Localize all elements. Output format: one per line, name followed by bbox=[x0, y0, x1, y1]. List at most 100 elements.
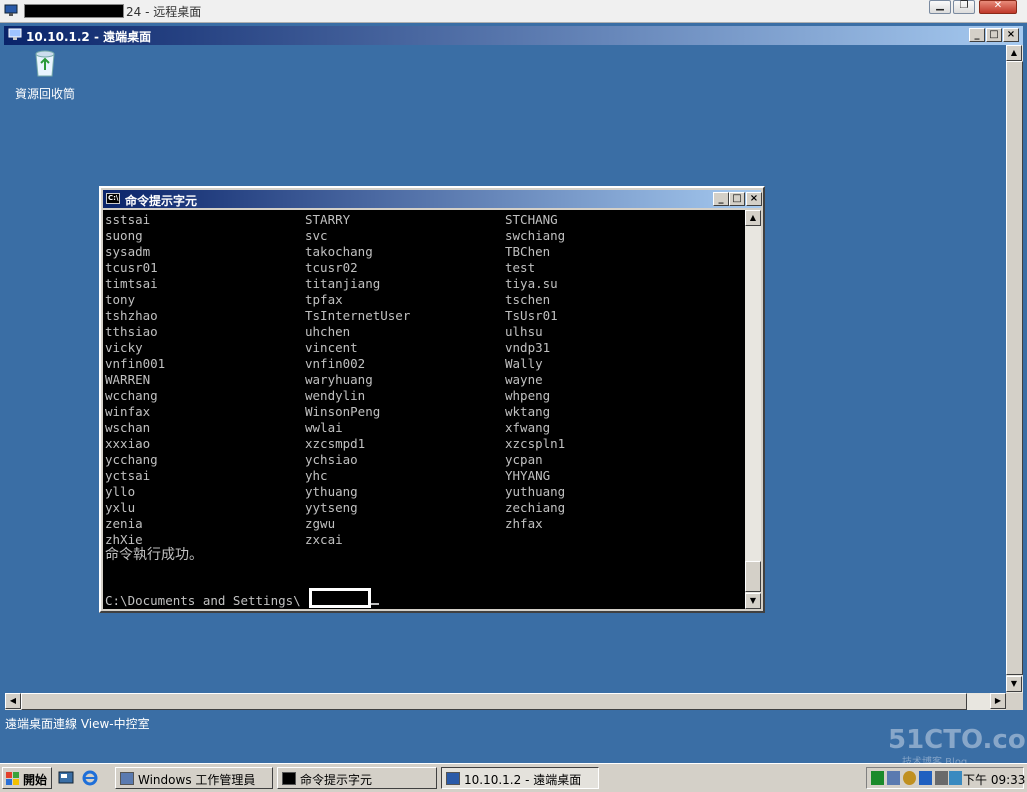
internet-explorer-icon[interactable] bbox=[82, 770, 98, 786]
remote-vertical-scrollbar[interactable]: ▲ ▼ bbox=[1006, 45, 1023, 693]
taskbar-button[interactable]: 10.10.1.2 - 遠端桌面 bbox=[441, 767, 599, 789]
taskbar-button-label: 10.10.1.2 - 遠端桌面 bbox=[464, 773, 582, 787]
command-prompt: C:\Documents and Settings\ bbox=[105, 593, 301, 608]
remote-close-button[interactable]: × bbox=[1003, 28, 1019, 42]
username-cell: tony bbox=[105, 292, 136, 307]
remote-window-title: 10.10.1.2 - 遠端桌面 bbox=[26, 30, 152, 44]
username-cell: YHYANG bbox=[505, 468, 551, 483]
username-cell: yllo bbox=[105, 484, 136, 499]
scroll-down-arrow-icon[interactable]: ▼ bbox=[745, 593, 761, 609]
username-cell: yhc bbox=[305, 468, 328, 483]
system-tray: 下午 09:33 bbox=[866, 767, 1025, 789]
redacted-host bbox=[24, 4, 124, 18]
scroll-up-arrow-icon[interactable]: ▲ bbox=[745, 210, 761, 226]
redacted-username bbox=[309, 588, 371, 608]
username-cell: ycpan bbox=[505, 452, 543, 467]
username-cell: tthsiao bbox=[105, 324, 158, 339]
cmd-window[interactable]: C:\ 命令提示字元 _ □ × sstsai STARRY STCHANG suon… bbox=[99, 186, 765, 613]
username-cell: tpfax bbox=[305, 292, 343, 307]
username-cell: tschen bbox=[505, 292, 551, 307]
username-cell: xzcspln1 bbox=[505, 436, 566, 451]
username-cell: takochang bbox=[305, 244, 373, 259]
recycle-bin[interactable]: 資源回收筒 bbox=[15, 49, 75, 102]
username-cell: ythuang bbox=[305, 484, 358, 499]
outer-title-bar: 24 - 远程桌面 ▁ ❐ ✕ bbox=[0, 0, 1027, 23]
username-cell: vicky bbox=[105, 340, 143, 355]
username-cell: ycchang bbox=[105, 452, 158, 467]
username-cell: TsUsr01 bbox=[505, 308, 558, 323]
username-cell: zenia bbox=[105, 516, 143, 531]
shield-icon[interactable] bbox=[903, 771, 916, 785]
username-cell: STCHANG bbox=[505, 212, 558, 227]
username-cell: WinsonPeng bbox=[305, 404, 381, 419]
taskbar-button[interactable]: 命令提示字元 bbox=[277, 767, 437, 789]
remote-minimize-button[interactable]: _ bbox=[969, 28, 985, 42]
username-cell: tiya.su bbox=[505, 276, 558, 291]
username-cell: zechiang bbox=[505, 500, 566, 515]
volume-icon[interactable] bbox=[935, 771, 948, 785]
remote-desktop-icon bbox=[8, 28, 22, 40]
username-cell: yxlu bbox=[105, 500, 136, 515]
username-cell: WARREN bbox=[105, 372, 151, 387]
remote-desktop-icon bbox=[4, 4, 18, 16]
taskbar-button[interactable]: Windows 工作管理員 bbox=[115, 767, 273, 789]
console-output[interactable]: sstsai STARRY STCHANG suong svc swchiang sysad… bbox=[103, 210, 745, 609]
remote-window-title-bar: 10.10.1.2 - 遠端桌面 _ □ × bbox=[4, 26, 1023, 45]
username-cell: TBChen bbox=[505, 244, 551, 259]
username-cell: xzcsmpd1 bbox=[305, 436, 366, 451]
username-cell: yctsai bbox=[105, 468, 151, 483]
username-cell: test bbox=[505, 260, 536, 275]
remote-maximize-button[interactable]: □ bbox=[986, 28, 1002, 42]
cmd-close-button[interactable]: × bbox=[746, 192, 762, 206]
console-row: ycchang ychsiao ycpan bbox=[105, 452, 745, 468]
username-cell: wktang bbox=[505, 404, 551, 419]
start-button[interactable]: 開始 bbox=[2, 767, 52, 789]
outer-minimize-button[interactable]: ▁ bbox=[929, 0, 951, 14]
console-row: yxlu yytseng zechiang bbox=[105, 500, 745, 516]
scroll-left-arrow-icon[interactable]: ◀ bbox=[5, 693, 21, 709]
username-cell: sysadm bbox=[105, 244, 151, 259]
username-cell: wschan bbox=[105, 420, 151, 435]
username-cell: xxxiao bbox=[105, 436, 151, 451]
username-cell: vnfin002 bbox=[305, 356, 366, 371]
cmd-title-bar[interactable]: C:\ 命令提示字元 _ □ × bbox=[103, 190, 762, 208]
monitor-icon[interactable] bbox=[887, 771, 900, 785]
clock[interactable]: 下午 09:33 bbox=[963, 771, 1025, 788]
username-cell: swchiang bbox=[505, 228, 566, 243]
taskbar-button-label: Windows 工作管理員 bbox=[138, 773, 256, 787]
remote-horizontal-scrollbar[interactable]: ◀ ▶ bbox=[5, 693, 1006, 710]
username-cell: vnfin001 bbox=[105, 356, 166, 371]
scroll-right-arrow-icon[interactable]: ▶ bbox=[990, 693, 1006, 709]
recycle-bin-label: 資源回收筒 bbox=[15, 87, 76, 101]
username-cell: whpeng bbox=[505, 388, 551, 403]
connection-icon[interactable] bbox=[949, 771, 962, 785]
username-cell: titanjiang bbox=[305, 276, 381, 291]
console-row: yctsai yhc YHYANG bbox=[105, 468, 745, 484]
username-cell: ychsiao bbox=[305, 452, 358, 467]
outer-restore-button[interactable]: ❐ bbox=[953, 0, 975, 14]
outer-close-button[interactable]: ✕ bbox=[979, 0, 1017, 14]
username-cell: yuthuang bbox=[505, 484, 566, 499]
windows-flag-icon bbox=[6, 772, 19, 785]
scroll-down-arrow-icon[interactable]: ▼ bbox=[1006, 676, 1022, 692]
start-label: 開始 bbox=[23, 773, 48, 787]
network-icon[interactable] bbox=[871, 771, 884, 785]
success-message: 命令執行成功。 bbox=[105, 547, 203, 563]
antivirus-icon[interactable] bbox=[919, 771, 932, 785]
scroll-up-arrow-icon[interactable]: ▲ bbox=[1006, 45, 1022, 61]
cmd-minimize-button[interactable]: _ bbox=[713, 192, 729, 206]
console-row: tthsiao uhchen ulhsu bbox=[105, 324, 745, 340]
cmd-vertical-scrollbar[interactable]: ▲ ▼ bbox=[745, 210, 761, 609]
cmd-maximize-button[interactable]: □ bbox=[729, 192, 745, 206]
username-cell: TsInternetUser bbox=[305, 308, 411, 323]
horizontal-scroll-thumb[interactable] bbox=[21, 693, 967, 710]
close-icon: ✕ bbox=[993, 0, 1003, 11]
username-cell: uhchen bbox=[305, 324, 351, 339]
console-row: winfax WinsonPeng wktang bbox=[105, 404, 745, 420]
vertical-scroll-thumb[interactable] bbox=[1006, 61, 1023, 675]
show-desktop-icon[interactable] bbox=[58, 770, 74, 786]
cmd-scroll-thumb[interactable] bbox=[745, 561, 761, 592]
remote-status-area: 遠端桌面連線 View-中控室 51CTO.com 技术博客 Blog bbox=[0, 711, 1027, 768]
username-cell: tcusr01 bbox=[105, 260, 158, 275]
console-row: tcusr01 tcusr02 test bbox=[105, 260, 745, 276]
